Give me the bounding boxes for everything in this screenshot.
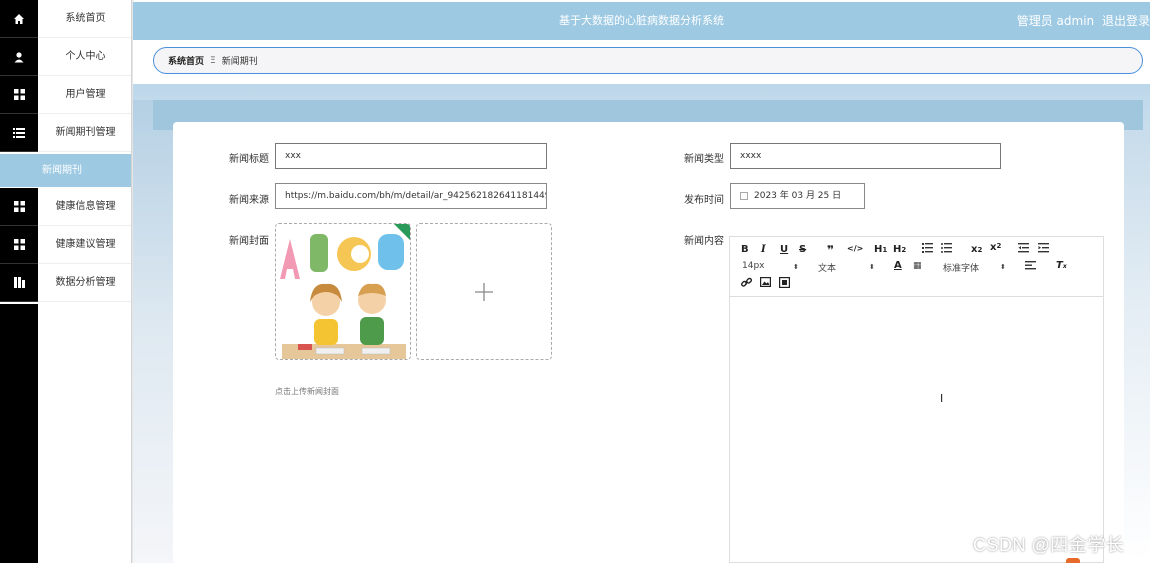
type-input[interactable]: xxxx xyxy=(730,143,1001,169)
cover-upload-button[interactable] xyxy=(416,223,552,360)
watermark: CSDN @四金学长 xyxy=(973,535,1125,555)
sidebar-item-label: 健康建议管理 xyxy=(38,226,133,264)
font-family-select[interactable]: 标准字体 xyxy=(943,261,979,274)
subscript-icon[interactable]: x2 xyxy=(971,244,982,255)
background-color-icon[interactable]: ▦ xyxy=(913,261,922,271)
sidebar-item-label: 个人中心 xyxy=(38,38,133,76)
editor-toolbar: B I U S ❞ </> H1 H2 x2 x2 14px ⬍ 文本 ⬍ A … xyxy=(730,237,1103,297)
sidebar-item-label: 系统首页 xyxy=(38,0,133,38)
sidebar-subitem-news-journal[interactable]: 新闻期刊 xyxy=(0,154,133,187)
logout-link[interactable]: 退出登录 xyxy=(1102,14,1150,28)
heading1-icon[interactable]: H1 xyxy=(874,244,887,255)
top-bar: 基于大数据的心脏病数据分析系统 管理员 admin 退出登录 xyxy=(133,2,1150,40)
blockquote-icon[interactable]: ❞ xyxy=(827,243,834,257)
cover-image[interactable] xyxy=(275,223,411,360)
app-title: 基于大数据的心脏病数据分析系统 xyxy=(559,14,724,27)
superscript-icon[interactable]: x2 xyxy=(990,242,1001,253)
source-input[interactable]: https://m.baidu.com/bh/m/detail/ar_94256… xyxy=(275,183,547,209)
sidebar-item-label: 健康信息管理 xyxy=(38,188,133,226)
link-icon[interactable] xyxy=(741,277,753,291)
user-label: 管理员 admin xyxy=(1016,14,1095,28)
sidebar-item-profile[interactable]: 个人中心 xyxy=(0,38,133,76)
sidebar-item-health-advice[interactable]: 健康建议管理 xyxy=(0,226,133,264)
orange-decoration xyxy=(1066,558,1080,563)
cover-upload-tip: 点击上传新闻封面 xyxy=(275,387,339,396)
bullet-list-icon[interactable] xyxy=(941,243,952,256)
sidebar-item-label: 用户管理 xyxy=(38,76,133,114)
sidebar: 系统首页 个人中心 用户管理 新闻期刊管理 新闻期刊 健康信息管理 健康建议管理 xyxy=(0,0,133,563)
clear-format-icon[interactable]: Tx xyxy=(1056,260,1067,271)
breadcrumb-current: 新闻期刊 xyxy=(221,57,258,67)
font-size-select[interactable]: 14px xyxy=(742,261,765,271)
breadcrumb: 系统首页 Ξ 新闻期刊 xyxy=(153,47,1143,74)
sidebar-item-users[interactable]: 用户管理 xyxy=(0,76,133,114)
text-cursor-icon: I xyxy=(940,392,944,405)
type-label: 新闻类型 xyxy=(684,154,724,165)
sidebar-item-health-info[interactable]: 健康信息管理 xyxy=(0,188,133,226)
breadcrumb-separator: Ξ xyxy=(210,55,216,66)
background-decoration xyxy=(133,100,173,563)
sidebar-item-data-analysis[interactable]: 数据分析管理 xyxy=(0,264,133,302)
sidebar-item-news[interactable]: 新闻期刊管理 xyxy=(0,114,133,152)
source-label: 新闻来源 xyxy=(229,195,269,206)
title-label: 新闻标题 xyxy=(229,154,269,165)
grid-icon xyxy=(0,188,38,226)
sidebar-item-home[interactable]: 系统首页 xyxy=(0,0,133,38)
title-input[interactable]: xxx xyxy=(275,143,547,169)
outdent-icon[interactable] xyxy=(1018,243,1029,256)
heading2-icon[interactable]: H2 xyxy=(893,244,906,255)
background-decoration xyxy=(1120,130,1150,563)
user-area: 管理员 admin 退出登录 xyxy=(1013,2,1150,40)
chevron-down-icon: ⬍ xyxy=(869,263,875,271)
strikethrough-icon[interactable]: S xyxy=(799,244,806,255)
chevron-down-icon: ⬍ xyxy=(1000,263,1006,271)
indent-icon[interactable] xyxy=(1038,243,1049,256)
sidebar-item-label: 数据分析管理 xyxy=(38,264,133,302)
date-picker[interactable]: 2023 年 03 月 25 日 xyxy=(730,183,865,209)
align-icon[interactable] xyxy=(1025,261,1036,273)
italic-icon[interactable]: I xyxy=(761,244,766,255)
cover-label: 新闻封面 xyxy=(229,236,269,247)
video-icon[interactable] xyxy=(779,277,791,291)
calendar-icon xyxy=(740,191,748,200)
plus-icon xyxy=(417,224,551,359)
home-icon xyxy=(0,0,38,38)
sidebar-item-label: 新闻期刊管理 xyxy=(38,114,133,152)
text-style-select[interactable]: 文本 xyxy=(818,261,836,274)
chart-icon xyxy=(0,264,38,302)
list-icon xyxy=(0,114,38,152)
user-icon xyxy=(0,38,38,76)
cover-illustration xyxy=(276,224,410,359)
code-icon[interactable]: </> xyxy=(847,244,863,253)
chevron-down-icon: ⬍ xyxy=(793,263,799,271)
breadcrumb-home[interactable]: 系统首页 xyxy=(168,54,204,67)
sidebar-icon-rail xyxy=(0,304,38,563)
font-color-icon[interactable]: A xyxy=(894,260,902,271)
underline-icon[interactable]: U xyxy=(780,244,788,255)
date-value: 2023 年 03 月 25 日 xyxy=(754,191,842,201)
ordered-list-icon[interactable] xyxy=(922,243,933,256)
bold-icon[interactable]: B xyxy=(741,244,749,255)
rich-text-editor[interactable]: B I U S ❞ </> H1 H2 x2 x2 14px ⬍ 文本 ⬍ A … xyxy=(729,236,1104,563)
content-label: 新闻内容 xyxy=(684,236,724,247)
image-icon[interactable] xyxy=(760,277,772,290)
date-label: 发布时间 xyxy=(684,195,724,206)
grid-icon xyxy=(0,226,38,264)
grid-icon xyxy=(0,76,38,114)
breadcrumb-area: 系统首页 Ξ 新闻期刊 xyxy=(133,40,1150,84)
